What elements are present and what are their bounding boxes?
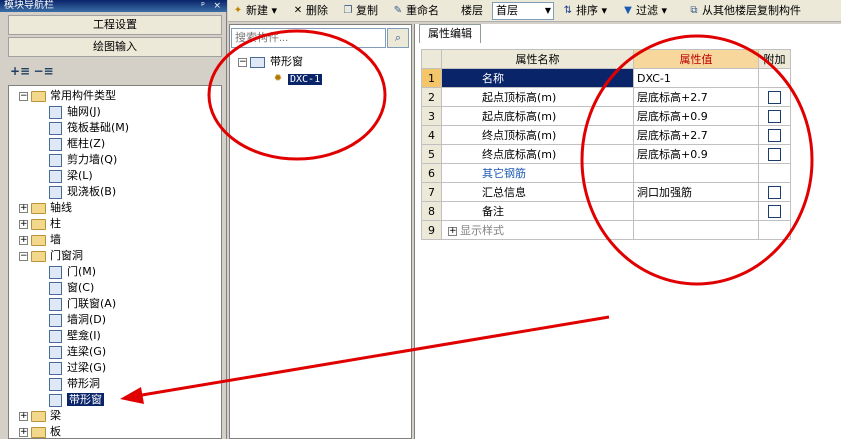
annotation-circle-values bbox=[580, 34, 814, 286]
annotation-circle-component bbox=[207, 29, 387, 161]
annotation-layer bbox=[120, 29, 814, 404]
annotation-arrow-head bbox=[120, 387, 144, 404]
annotation-arrow-line bbox=[135, 315, 610, 398]
